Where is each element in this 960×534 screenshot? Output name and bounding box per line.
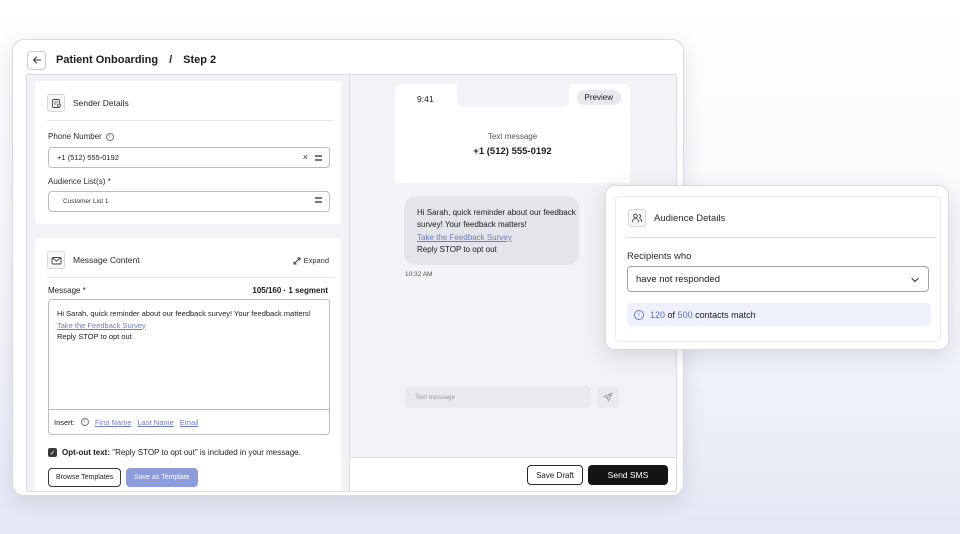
- chevron-down-icon: [911, 277, 919, 283]
- audience-list-input[interactable]: Customer List 1: [48, 191, 330, 212]
- phone-time: 9:41: [417, 94, 434, 104]
- contacts-match-text: 120 of 500 contacts match: [650, 310, 756, 320]
- message-time: 10:32 AM: [405, 271, 433, 278]
- sender-details-card: Sender Details Phone Number i +1 (512) 5…: [35, 81, 341, 224]
- arrow-left-icon: [32, 56, 41, 64]
- message-divider: [47, 277, 333, 278]
- recipients-select[interactable]: have not responded: [627, 266, 929, 292]
- optout-checkbox[interactable]: ✓: [48, 448, 57, 457]
- bubble-text-part2: Reply STOP to opt out: [417, 244, 497, 254]
- contacts-match-banner: i 120 of 500 contacts match: [627, 303, 931, 326]
- phone-body: Hi Sarah, quick reminder about our feedb…: [395, 183, 630, 446]
- info-icon[interactable]: i: [80, 418, 89, 426]
- compose-input[interactable]: Text message: [405, 386, 591, 408]
- preview-badge: Preview: [576, 90, 621, 105]
- match-of: of: [667, 309, 676, 320]
- audience-details-panel: Audience Details Recipients who have not…: [605, 185, 949, 350]
- paper-plane-icon: [603, 392, 613, 402]
- contact-card-icon: [47, 94, 65, 112]
- message-content-header: Message Content: [47, 251, 140, 269]
- browse-templates-button[interactable]: Browse Templates: [48, 468, 122, 487]
- phone-notch: [457, 84, 569, 107]
- audience-details-header: Audience Details: [628, 209, 725, 227]
- phone-number-display: +1 (512) 555-0192: [473, 146, 552, 157]
- phone-number-input[interactable]: +1 (512) 555-0192 ×: [48, 147, 330, 168]
- character-count: 105/160 · 1 segment: [252, 286, 328, 295]
- recipients-select-value: have not responded: [636, 273, 720, 285]
- expand-arrows-icon: [293, 257, 301, 264]
- audience-chip[interactable]: Customer List 1: [57, 198, 109, 205]
- list-icon[interactable]: [315, 154, 322, 161]
- list-icon[interactable]: [315, 197, 322, 203]
- match-count: 120: [650, 309, 666, 320]
- breadcrumb-separator: /: [169, 54, 173, 66]
- phone-number-label-text: Phone Number: [48, 132, 102, 141]
- phone-input-icons: ×: [303, 153, 322, 162]
- users-icon: [628, 209, 646, 227]
- breadcrumb-step: Step 2: [183, 54, 217, 66]
- message-content-title: Message Content: [73, 255, 140, 265]
- save-draft-button[interactable]: Save Draft: [527, 465, 583, 485]
- optout-row: ✓ Opt-out text: "Reply STOP to opt out" …: [48, 448, 301, 457]
- expand-label: Expand: [303, 256, 329, 265]
- message-meta: Message * 105/160 · 1 segment: [48, 286, 328, 295]
- optout-bold: Opt-out text:: [62, 448, 110, 457]
- bubble-link[interactable]: Take the Feedback Survey: [417, 233, 512, 242]
- content-area: Sender Details Phone Number i +1 (512) 5…: [26, 74, 677, 492]
- send-button[interactable]: [597, 386, 619, 408]
- message-text-part2: Reply STOP to opt out: [57, 332, 132, 341]
- survey-link[interactable]: Take the Feedback Survey: [57, 321, 146, 330]
- save-as-template-button[interactable]: Save as Template: [126, 468, 198, 487]
- info-icon: i: [634, 309, 644, 320]
- insert-label: Insert:: [54, 417, 75, 427]
- phone-number-value: +1 (512) 555-0192: [57, 153, 119, 162]
- match-total: 500: [677, 309, 693, 320]
- breadcrumb-main[interactable]: Patient Onboarding: [56, 54, 158, 66]
- envelope-icon: [47, 251, 65, 269]
- match-suffix: contacts match: [695, 309, 756, 320]
- audience-details-title: Audience Details: [654, 212, 726, 224]
- insert-last-name[interactable]: Last Name: [138, 418, 174, 427]
- clear-icon[interactable]: ×: [303, 153, 308, 162]
- insert-row: Insert: i First Name Last Name Email: [49, 409, 329, 434]
- phone-number-label: Phone Number i: [48, 132, 114, 141]
- audience-input-icons: [315, 197, 322, 203]
- optout-text: Opt-out text: "Reply STOP to opt out" is…: [62, 448, 301, 457]
- sender-details-title: Sender Details: [73, 98, 129, 108]
- message-bubble: Hi Sarah, quick reminder about our feedb…: [404, 196, 579, 265]
- template-buttons: Browse Templates Save as Template: [48, 468, 198, 487]
- recipients-label: Recipients who: [627, 251, 692, 262]
- back-button[interactable]: [27, 50, 46, 70]
- audience-list-label: Audience List(s) *: [48, 177, 111, 186]
- optout-rest: "Reply STOP to opt out" is included in y…: [112, 448, 301, 457]
- insert-first-name[interactable]: First Name: [95, 418, 132, 427]
- phone-preview: 9:41 Preview Text message +1 (512) 555-0…: [395, 84, 630, 446]
- message-label: Message *: [48, 286, 86, 295]
- message-textarea[interactable]: Hi Sarah, quick reminder about our feedb…: [48, 299, 330, 435]
- insert-email[interactable]: Email: [180, 418, 199, 427]
- form-column: Sender Details Phone Number i +1 (512) 5…: [35, 81, 341, 491]
- send-sms-button[interactable]: Send SMS: [588, 465, 668, 485]
- message-text-part1: Hi Sarah, quick reminder about our feedb…: [57, 309, 311, 318]
- expand-button[interactable]: Expand: [293, 256, 329, 265]
- phone-header: 9:41 Preview Text message +1 (512) 555-0…: [395, 84, 630, 183]
- main-window: Patient Onboarding / Step 2 Sender Detai…: [12, 39, 684, 496]
- action-footer: Save Draft Send SMS: [350, 457, 676, 491]
- sender-divider: [47, 120, 333, 121]
- info-icon[interactable]: i: [105, 132, 114, 141]
- audience-details-card: Audience Details Recipients who have not…: [615, 196, 941, 342]
- message-text[interactable]: Hi Sarah, quick reminder about our feedb…: [57, 308, 319, 343]
- sender-details-header: Sender Details: [47, 94, 129, 112]
- title-bar: Patient Onboarding / Step 2: [27, 49, 216, 71]
- bubble-text-part1: Hi Sarah, quick reminder about our feedb…: [417, 208, 576, 230]
- message-content-card: Message Content Expand Message * 105/160…: [35, 238, 341, 491]
- phone-subtitle: Text message: [487, 132, 538, 141]
- audience-divider: [626, 237, 936, 238]
